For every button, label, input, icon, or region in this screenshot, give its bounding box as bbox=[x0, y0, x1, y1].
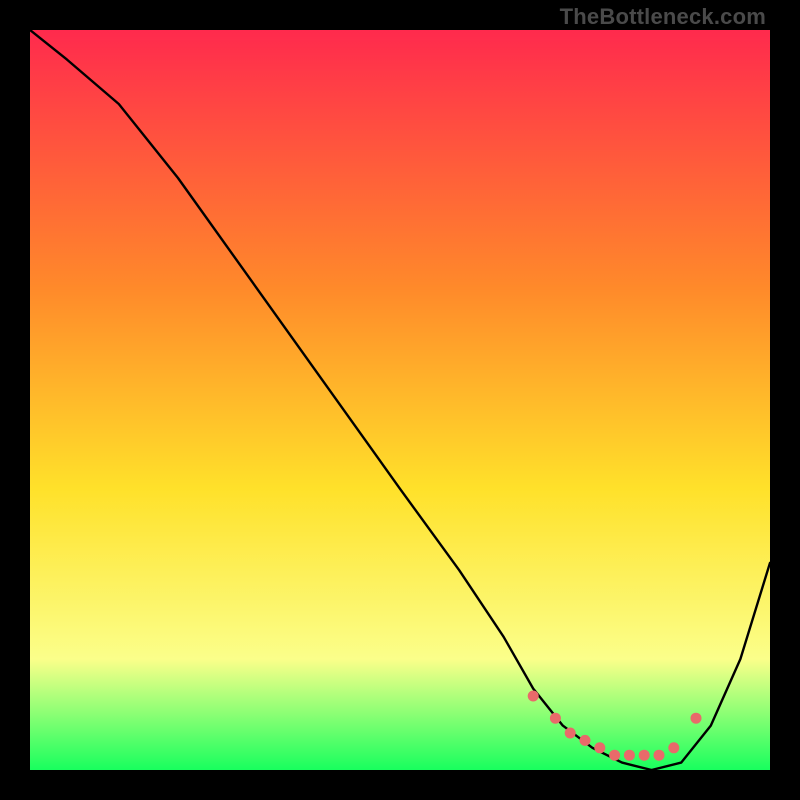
chart-svg bbox=[30, 30, 770, 770]
optimal-marker bbox=[609, 750, 620, 761]
optimal-marker bbox=[580, 735, 591, 746]
optimal-marker bbox=[528, 691, 539, 702]
optimal-marker bbox=[550, 713, 561, 724]
optimal-marker bbox=[691, 713, 702, 724]
optimal-marker bbox=[654, 750, 665, 761]
optimal-marker bbox=[624, 750, 635, 761]
optimal-marker bbox=[594, 742, 605, 753]
watermark-text: TheBottleneck.com bbox=[560, 4, 766, 30]
optimal-marker bbox=[565, 728, 576, 739]
optimal-marker bbox=[639, 750, 650, 761]
frame-right bbox=[770, 0, 800, 800]
gradient-background bbox=[30, 30, 770, 770]
optimal-marker bbox=[668, 742, 679, 753]
frame-left bbox=[0, 0, 30, 800]
frame-bottom bbox=[0, 770, 800, 800]
plot-area bbox=[30, 30, 770, 770]
